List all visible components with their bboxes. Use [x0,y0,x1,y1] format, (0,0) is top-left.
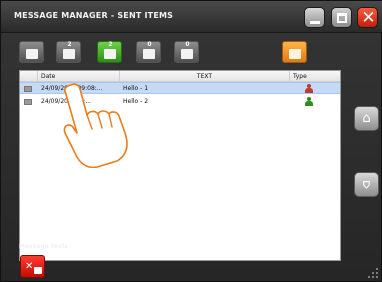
title-bar: MESSAGE MANAGER - SENT ITEMS ✕ [1,1,382,33]
drafts-count: 0 [147,41,152,48]
column-text[interactable]: TEXT [120,71,290,82]
toolbar: 2 2 0 0 [1,41,382,66]
row-date: 24/09/2015 09:08:... [41,85,103,92]
deleted-count: 0 [185,41,190,48]
row-date: 24/09/201 :07:... [41,98,92,105]
maximize-icon [337,13,347,23]
close-button[interactable]: ✕ [357,7,378,28]
minimize-button[interactable] [304,7,325,28]
list-header: Date TEXT Type [20,71,340,82]
scroll-up-button[interactable]: ⌂ [354,106,379,131]
deleted-items-button[interactable]: 0 [174,41,199,63]
sent-items-icon [104,49,116,59]
list-row[interactable]: 24/09/201 :07:... Hello - 2 [20,96,340,108]
inbox-icon [63,49,75,59]
message-tools-button[interactable]: ✕ [20,255,45,278]
scroll-up-icon: ⌂ [362,111,371,126]
message-tools-sub-icon [34,267,42,274]
inbox-button[interactable]: 2 [56,41,81,63]
message-tools-label: Message Tools [19,243,68,250]
person-icon [305,97,313,107]
message-manager-window: MESSAGE MANAGER - SENT ITEMS ✕ 2 2 0 0 D… [0,0,382,282]
sent-items-button[interactable]: 2 [97,41,122,63]
envelope-icon [24,99,32,105]
close-icon: ✕ [361,8,376,28]
icon-column-header [20,71,38,82]
row-text: Hello - 1 [123,85,149,92]
resize-grip[interactable] [368,268,378,278]
message-settings-button[interactable] [282,41,307,63]
list-row[interactable]: 24/09/2015 09:08:... Hello - 1 [20,82,340,94]
sent-items-list[interactable]: Date TEXT Type 24/09/2015 09:08:... Hell… [19,70,341,261]
envelope-icon [24,86,32,92]
column-date[interactable]: Date [38,71,120,82]
deleted-items-icon [181,49,193,59]
settings-icon [289,49,301,59]
column-type[interactable]: Type [290,71,340,82]
window-title: MESSAGE MANAGER - SENT ITEMS [14,11,174,20]
scroll-down-icon: ⌂ [362,177,371,192]
drafts-button[interactable]: 0 [136,41,161,63]
maximize-button[interactable] [331,7,352,28]
minimize-icon [310,21,320,24]
scroll-down-button[interactable]: ⌂ [354,172,379,197]
person-icon [305,84,313,94]
drafts-icon [143,49,155,59]
edit-note-icon [26,49,38,59]
compose-button[interactable] [19,41,44,63]
row-text: Hello - 2 [123,98,149,105]
inbox-count: 2 [67,41,72,48]
sent-count: 2 [108,41,113,48]
